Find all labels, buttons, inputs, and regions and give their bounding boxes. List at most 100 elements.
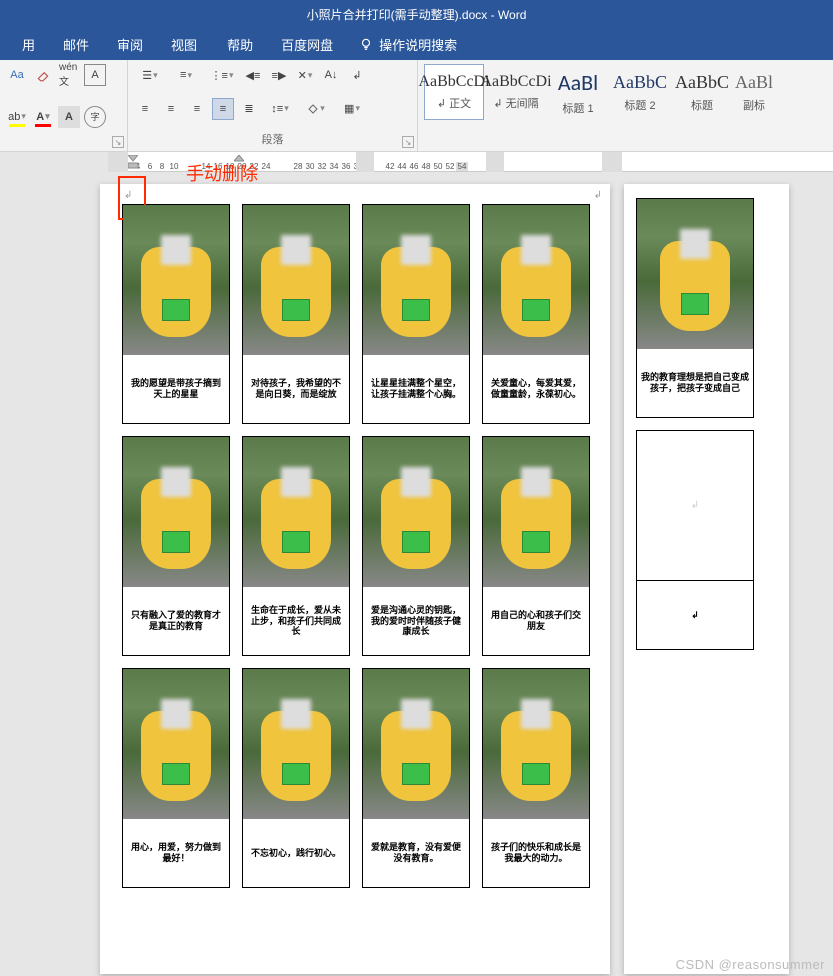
- justify-button[interactable]: ≡: [212, 98, 234, 120]
- photo-card[interactable]: 让星星挂满整个星空，让孩子挂满整个心胸。: [362, 204, 470, 424]
- photo-card[interactable]: 我的教育理想是把自己变成孩子，把孩子变成自己: [636, 198, 754, 418]
- tab-help[interactable]: 帮助: [213, 28, 267, 60]
- ruler-margin-right: [602, 152, 622, 172]
- photo: [243, 437, 349, 587]
- style-label: 标题 1: [562, 100, 593, 116]
- style-subtitle[interactable]: AaBl副标: [734, 64, 774, 120]
- photo-card[interactable]: 只有融入了爱的教育才是真正的教育: [122, 436, 230, 656]
- csdn-watermark: CSDN @reasonsummer: [676, 957, 825, 972]
- tab-partial[interactable]: 用: [8, 28, 49, 60]
- multilevel-list-button[interactable]: ⋮≡▾: [206, 64, 238, 86]
- photo: [243, 669, 349, 819]
- style-title[interactable]: AaBbC 标题: [672, 64, 732, 120]
- photo-card[interactable]: 关爱童心，每爱其爱，做童童龄，永葆初心。: [482, 204, 590, 424]
- clear-formatting-button[interactable]: [32, 64, 54, 86]
- decrease-indent-button[interactable]: ◀≡: [242, 64, 264, 86]
- ruler-tick: 8: [156, 162, 168, 171]
- caption: 我的教育理想是把自己变成孩子，把孩子变成自己: [637, 349, 753, 417]
- align-right-button[interactable]: ≡: [186, 98, 208, 120]
- photo: [363, 205, 469, 355]
- phonetic-guide-button[interactable]: wén文: [58, 64, 80, 86]
- tab-mailings[interactable]: 邮件: [49, 28, 103, 60]
- caption: 用心，用爱，努力做到最好！: [123, 819, 229, 887]
- ruler-tick: 30: [304, 162, 316, 171]
- tab-view[interactable]: 视图: [157, 28, 211, 60]
- caption: 我的愿望是带孩子摘到天上的星星: [123, 355, 229, 423]
- caption: 关爱童心，每爱其爱，做童童龄，永葆初心。: [483, 355, 589, 423]
- style-preview: AaBl: [735, 72, 773, 93]
- photo: [483, 437, 589, 587]
- document-area: 手动删除 ↲ ↲ 我的愿望是带孩子摘到天上的星星 对待孩子，我希望的不是向日葵，…: [0, 172, 833, 974]
- shading-button[interactable]: ▾: [300, 98, 332, 120]
- tell-me-search[interactable]: 操作说明搜索: [359, 35, 457, 54]
- photo-card[interactable]: 我的愿望是带孩子摘到天上的星星: [122, 204, 230, 424]
- font-dialog-launcher[interactable]: ↘: [112, 136, 124, 148]
- paragraph-mark: ↲: [124, 190, 132, 201]
- highlight-button[interactable]: ab▾: [6, 106, 28, 128]
- ribbon: Aa wén文 A ab▾ A▾ A 字 ↘ ☰▾ ≡▾ ⋮≡▾ ◀≡ ≡▶ ✕…: [0, 60, 833, 152]
- character-border-button[interactable]: A: [84, 64, 106, 86]
- show-hide-button[interactable]: ↲: [346, 64, 368, 86]
- style-preview: AaBbCcDi: [480, 73, 551, 91]
- change-case-button[interactable]: Aa: [6, 64, 28, 86]
- style-preview: AaBl: [558, 69, 598, 96]
- photo: [243, 205, 349, 355]
- font-group-label: [6, 147, 121, 149]
- style-heading1[interactable]: AaBl 标题 1: [548, 64, 608, 120]
- paragraph-dialog-launcher[interactable]: ↘: [402, 136, 414, 148]
- style-heading2[interactable]: AaBbC标题 2: [610, 64, 670, 120]
- ruler-tick: 6: [144, 162, 156, 171]
- enclose-characters-button[interactable]: 字: [84, 106, 106, 128]
- empty-card[interactable]: ↲↲: [636, 430, 754, 650]
- side-grid: 我的教育理想是把自己变成孩子，把孩子变成自己 ↲↲: [636, 198, 777, 650]
- caption: 爱就是教育，没有爱便没有教育。: [363, 819, 469, 887]
- first-line-indent-icon[interactable]: [128, 155, 138, 169]
- style-normal[interactable]: AaBbCcDi↲ 正文: [424, 64, 484, 120]
- manual-delete-annotation: 手动删除: [186, 160, 258, 186]
- sort-button[interactable]: A↓: [320, 64, 342, 86]
- ruler-tick: 52: [444, 162, 456, 171]
- doc-title: 小照片合并打印(需手动整理).docx - Word: [307, 6, 527, 23]
- align-center-button[interactable]: ≡: [160, 98, 182, 120]
- style-gallery: AaBbCcDi↲ 正文 AaBbCcDi↲ 无间隔 AaBl标题 1 AaBb…: [424, 64, 827, 120]
- page-1[interactable]: 手动删除 ↲ ↲ 我的愿望是带孩子摘到天上的星星 对待孩子，我希望的不是向日葵，…: [100, 184, 610, 974]
- page-2[interactable]: 我的教育理想是把自己变成孩子，把孩子变成自己 ↲↲: [624, 184, 789, 974]
- ruler-tick: 10: [168, 162, 180, 171]
- bullets-button[interactable]: ☰▾: [134, 64, 166, 86]
- tab-baidu-pan[interactable]: 百度网盘: [267, 28, 347, 60]
- photo-card[interactable]: 孩子们的快乐和成长是我最大的动力。: [482, 668, 590, 888]
- style-preview: AaBbCcDi: [418, 73, 489, 91]
- photo-card[interactable]: 不忘初心，践行初心。: [242, 668, 350, 888]
- text-direction-button[interactable]: ✕▾: [294, 64, 316, 86]
- photo-card[interactable]: 爱就是教育，没有爱便没有教育。: [362, 668, 470, 888]
- ribbon-tabs: 用 邮件 审阅 视图 帮助 百度网盘 操作说明搜索: [0, 28, 833, 60]
- style-label: 标题: [691, 97, 713, 113]
- distribute-button[interactable]: ≣: [238, 98, 260, 120]
- photo-card[interactable]: 用自己的心和孩子们交朋友: [482, 436, 590, 656]
- photo-card[interactable]: 爱是沟通心灵的钥匙，我的爱时时伴随孩子健康成长: [362, 436, 470, 656]
- numbering-button[interactable]: ≡▾: [170, 64, 202, 86]
- photo: [637, 199, 753, 349]
- tab-review[interactable]: 审阅: [103, 28, 157, 60]
- photo: [483, 205, 589, 355]
- caption: 让星星挂满整个星空，让孩子挂满整个心胸。: [363, 355, 469, 423]
- ruler-tick: 28: [292, 162, 304, 171]
- caption: 孩子们的快乐和成长是我最大的动力。: [483, 819, 589, 887]
- character-shading-button[interactable]: A: [58, 106, 80, 128]
- increase-indent-button[interactable]: ≡▶: [268, 64, 290, 86]
- caption: 爱是沟通心灵的钥匙，我的爱时时伴随孩子健康成长: [363, 587, 469, 655]
- borders-button[interactable]: ▦▾: [336, 98, 368, 120]
- ruler-tick: 44: [396, 162, 408, 171]
- style-preview: AaBbC: [675, 72, 729, 93]
- photo-card[interactable]: 对待孩子，我希望的不是向日葵，而是绽放: [242, 204, 350, 424]
- style-label: ↲ 正文: [437, 95, 471, 111]
- line-spacing-button[interactable]: ↕≡▾: [264, 98, 296, 120]
- font-color-button[interactable]: A▾: [32, 106, 54, 128]
- align-left-button[interactable]: ≡: [134, 98, 156, 120]
- caption: 用自己的心和孩子们交朋友: [483, 587, 589, 655]
- photo-card[interactable]: 生命在于成长，爱从未止步，和孩子们共同成长: [242, 436, 350, 656]
- photo: [363, 669, 469, 819]
- empty-photo: ↲: [637, 431, 753, 581]
- photo-card[interactable]: 用心，用爱，努力做到最好！: [122, 668, 230, 888]
- style-nospacing[interactable]: AaBbCcDi↲ 无间隔: [486, 64, 546, 120]
